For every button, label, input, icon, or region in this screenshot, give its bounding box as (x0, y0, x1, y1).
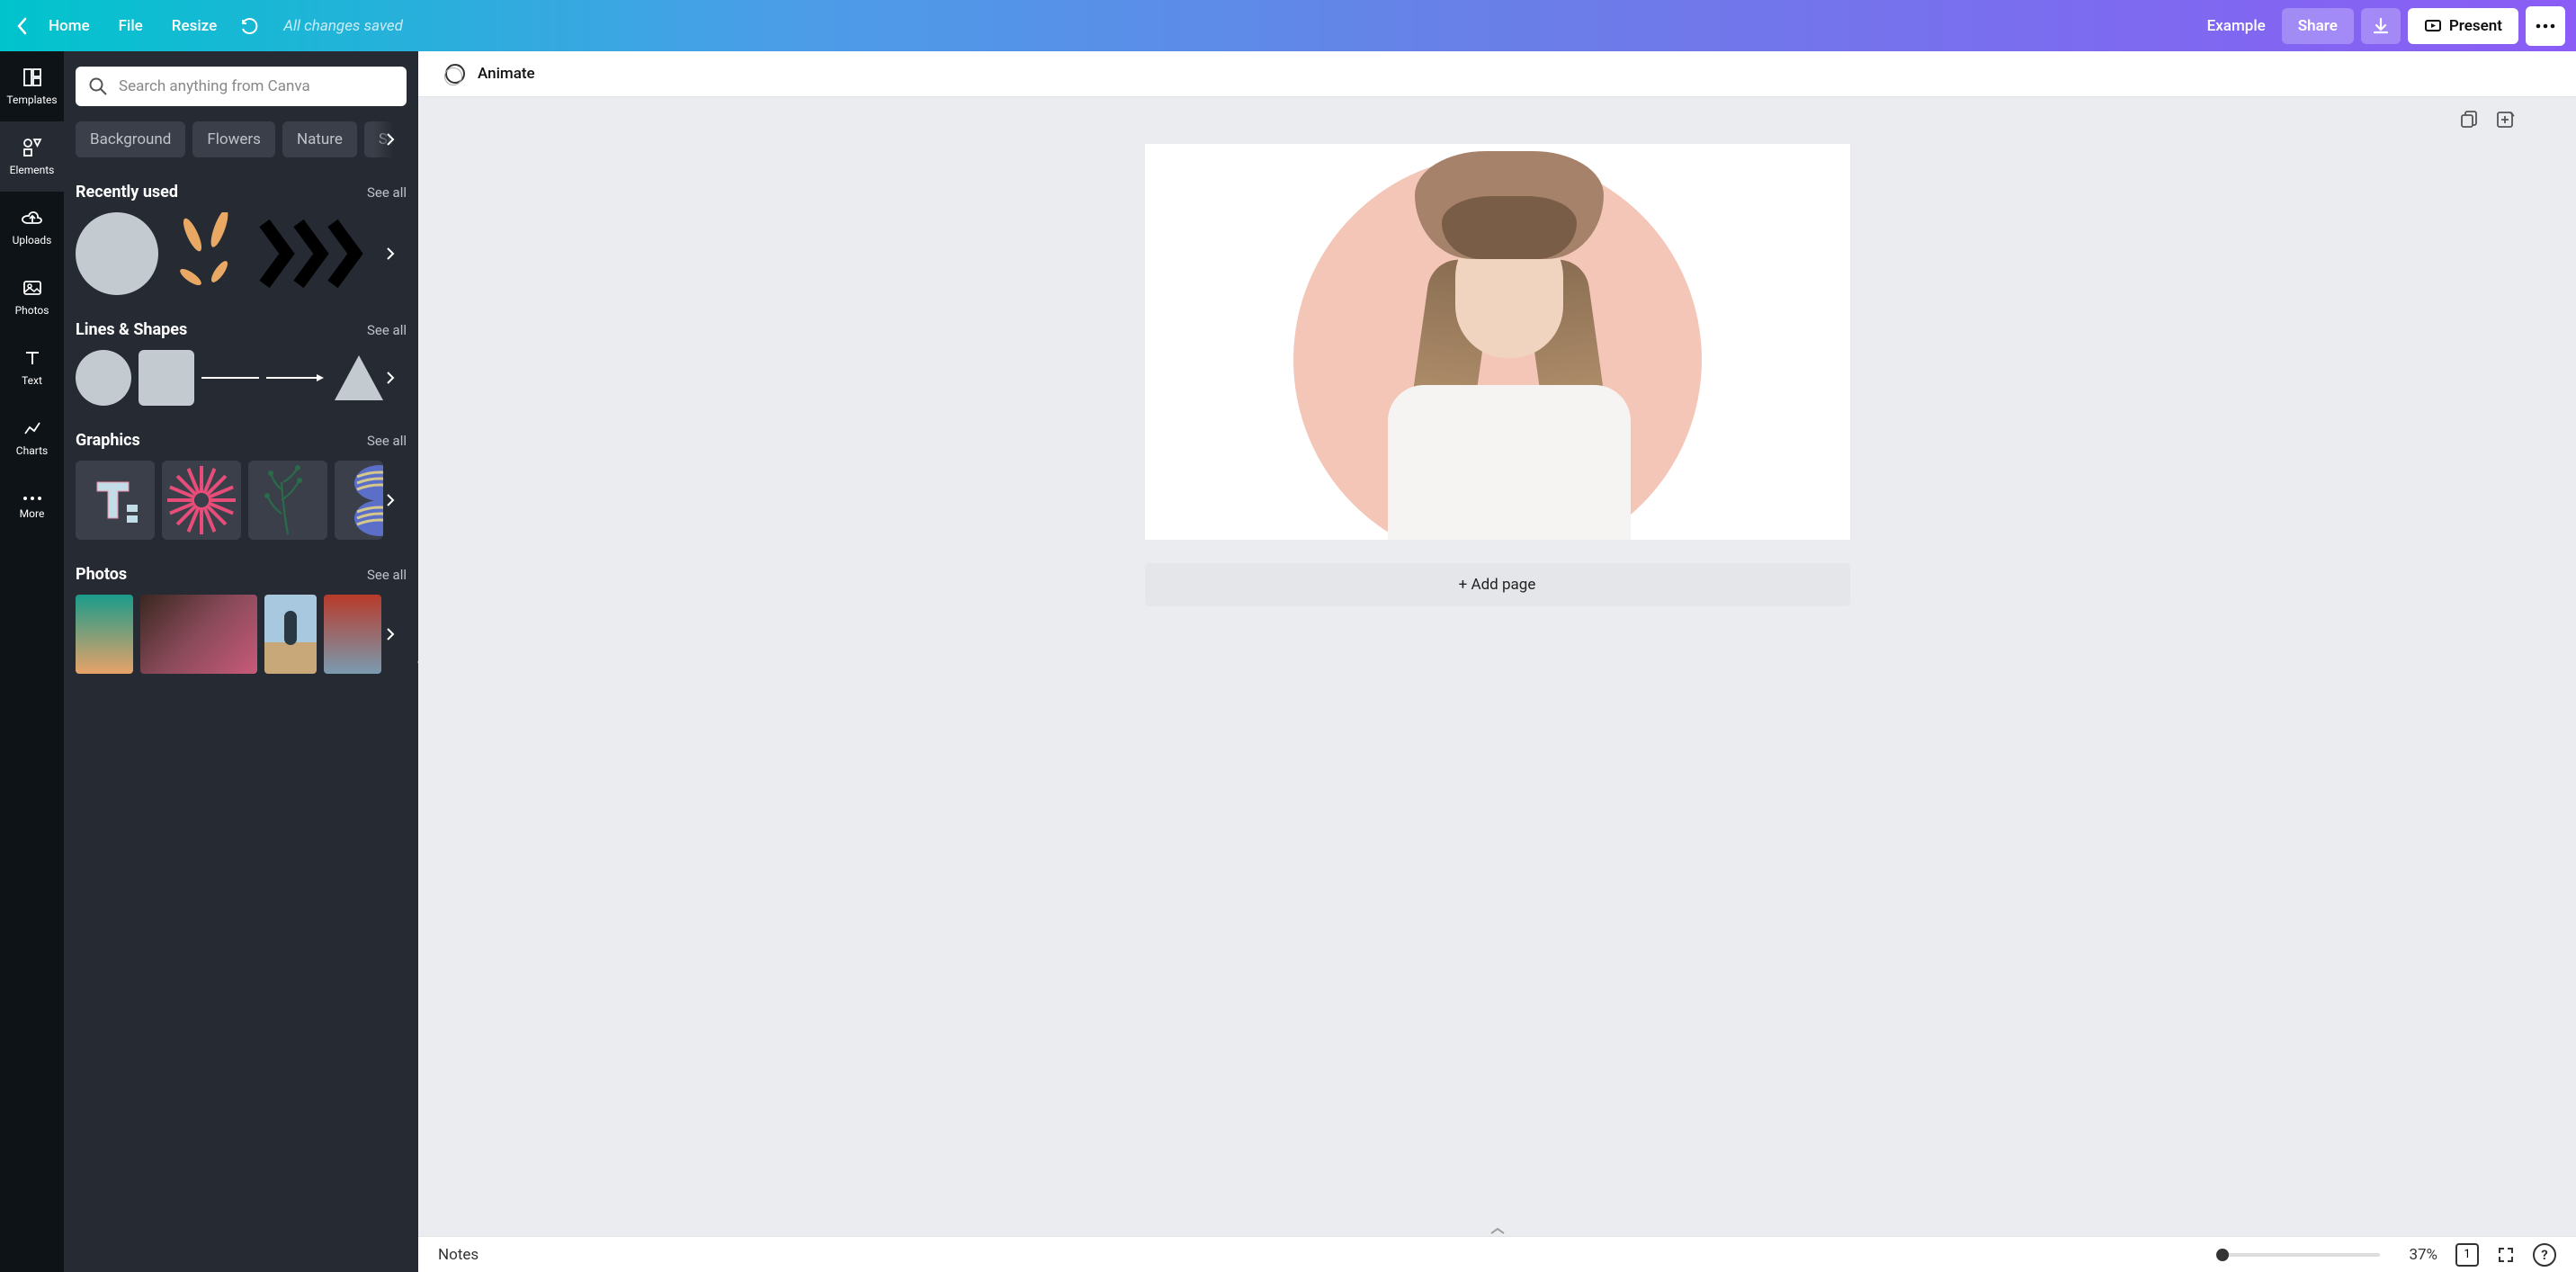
save-status: All changes saved (283, 17, 403, 35)
chip-nature[interactable]: Nature (282, 121, 357, 157)
rail-templates-label: Templates (6, 94, 57, 106)
canvas-area: Animate + Add page (418, 51, 2576, 1272)
download-button[interactable] (2361, 8, 2401, 44)
graphics-title: Graphics (76, 431, 140, 450)
graphics-see-all[interactable]: See all (367, 433, 407, 449)
add-page-button[interactable]: + Add page (1145, 563, 1850, 606)
photo-red-hands[interactable] (324, 595, 381, 674)
rail-text[interactable]: Text (0, 332, 64, 402)
search-icon (88, 76, 108, 96)
rail-uploads[interactable]: Uploads (0, 192, 64, 262)
present-label: Present (2449, 17, 2502, 35)
rail-more-label: More (20, 507, 45, 520)
section-lines-shapes: Lines & Shapes See all (76, 320, 407, 406)
canvas-context-toolbar: Animate (418, 51, 2576, 97)
rail-charts[interactable]: Charts (0, 402, 64, 472)
resize-button[interactable]: Resize (159, 10, 229, 42)
present-button[interactable]: Present (2408, 8, 2518, 44)
lines-shapes-see-all[interactable]: See all (367, 322, 407, 338)
collapse-panel-handle[interactable] (410, 622, 418, 703)
rail-charts-label: Charts (16, 444, 48, 457)
elements-icon (22, 137, 43, 158)
element-circle[interactable] (76, 212, 158, 295)
bottom-bar: Notes 37% 1 ? (418, 1236, 2576, 1272)
section-graphics: Graphics See all (76, 431, 407, 540)
chip-background[interactable]: Background (76, 121, 185, 157)
photos-title: Photos (76, 565, 127, 584)
help-button[interactable]: ? (2533, 1243, 2556, 1267)
present-icon (2424, 17, 2442, 35)
shape-square[interactable] (139, 350, 194, 406)
more-icon (22, 495, 43, 502)
graphic-green-branch[interactable] (248, 461, 327, 540)
add-page-icon-button[interactable] (2495, 110, 2515, 130)
page-grid-button[interactable]: 1 (2455, 1243, 2479, 1267)
search-bar[interactable] (76, 67, 407, 106)
home-button[interactable]: Home (36, 10, 103, 42)
category-chips: Background Flowers Nature Summer (76, 121, 407, 157)
zoom-percent[interactable]: 37% (2398, 1246, 2437, 1264)
section-recently-used: Recently used See all (76, 183, 407, 295)
section-photos: Photos See all (76, 565, 407, 674)
rail-photos-label: Photos (15, 304, 49, 317)
search-input[interactable] (119, 77, 394, 95)
element-burst-orange[interactable] (165, 212, 248, 295)
rail-elements[interactable]: Elements (0, 121, 64, 192)
photos-scroll-right[interactable] (374, 618, 407, 650)
recently-used-title: Recently used (76, 183, 178, 202)
photo-jumping-person[interactable] (264, 595, 317, 674)
rail-uploads-label: Uploads (13, 234, 52, 246)
graphic-pink-sunburst[interactable] (162, 461, 241, 540)
graphics-scroll-right[interactable] (374, 484, 407, 516)
uploads-icon (22, 207, 43, 228)
elements-panel: Background Flowers Nature Summer Recentl… (64, 51, 418, 1272)
recently-used-scroll-right[interactable] (374, 237, 407, 270)
fullscreen-button[interactable] (2497, 1246, 2515, 1264)
rail-more[interactable]: More (0, 472, 64, 542)
zoom-slider-thumb[interactable] (2216, 1249, 2229, 1261)
rail-elements-label: Elements (10, 164, 55, 176)
design-page-1[interactable] (1145, 144, 1850, 540)
animate-button[interactable]: Animate (478, 65, 535, 83)
share-button[interactable]: Share (2282, 8, 2354, 44)
shape-arrow[interactable] (266, 350, 324, 406)
photo-woman-flowers[interactable] (140, 595, 257, 674)
rail-photos[interactable]: Photos (0, 262, 64, 332)
photo-teal-portrait[interactable] (76, 595, 133, 674)
zoom-slider[interactable] (2218, 1253, 2380, 1257)
notes-button[interactable]: Notes (438, 1246, 479, 1264)
templates-icon (22, 67, 43, 88)
left-rail: Templates Elements Uploads Photos Text C… (0, 51, 64, 1272)
graphic-isometric-letter[interactable] (76, 461, 155, 540)
duplicate-page-button[interactable] (2459, 110, 2479, 130)
lines-shapes-scroll-right[interactable] (374, 362, 407, 394)
photos-see-all[interactable]: See all (367, 567, 407, 583)
shape-circle[interactable] (76, 350, 131, 406)
shape-line[interactable] (201, 350, 259, 406)
chip-flowers[interactable]: Flowers (192, 121, 275, 157)
animate-icon (445, 64, 465, 84)
more-menu-button[interactable] (2526, 6, 2565, 46)
design-name-field[interactable]: Example (2198, 13, 2275, 39)
element-chevrons-black[interactable] (255, 212, 363, 295)
file-menu[interactable]: File (106, 10, 156, 42)
photos-icon (22, 277, 43, 299)
undo-button[interactable] (233, 10, 265, 42)
charts-icon (22, 417, 43, 439)
rail-templates[interactable]: Templates (0, 51, 64, 121)
page-list-toggle[interactable] (1478, 1226, 1517, 1237)
text-icon (22, 347, 43, 369)
lines-shapes-title: Lines & Shapes (76, 320, 187, 339)
chips-scroll-right[interactable] (374, 121, 407, 157)
top-toolbar: Home File Resize All changes saved Examp… (0, 0, 2576, 51)
back-button[interactable] (11, 0, 32, 51)
recently-used-see-all[interactable]: See all (367, 184, 407, 201)
person-photo-element[interactable] (1347, 151, 1640, 540)
rail-text-label: Text (22, 374, 42, 387)
